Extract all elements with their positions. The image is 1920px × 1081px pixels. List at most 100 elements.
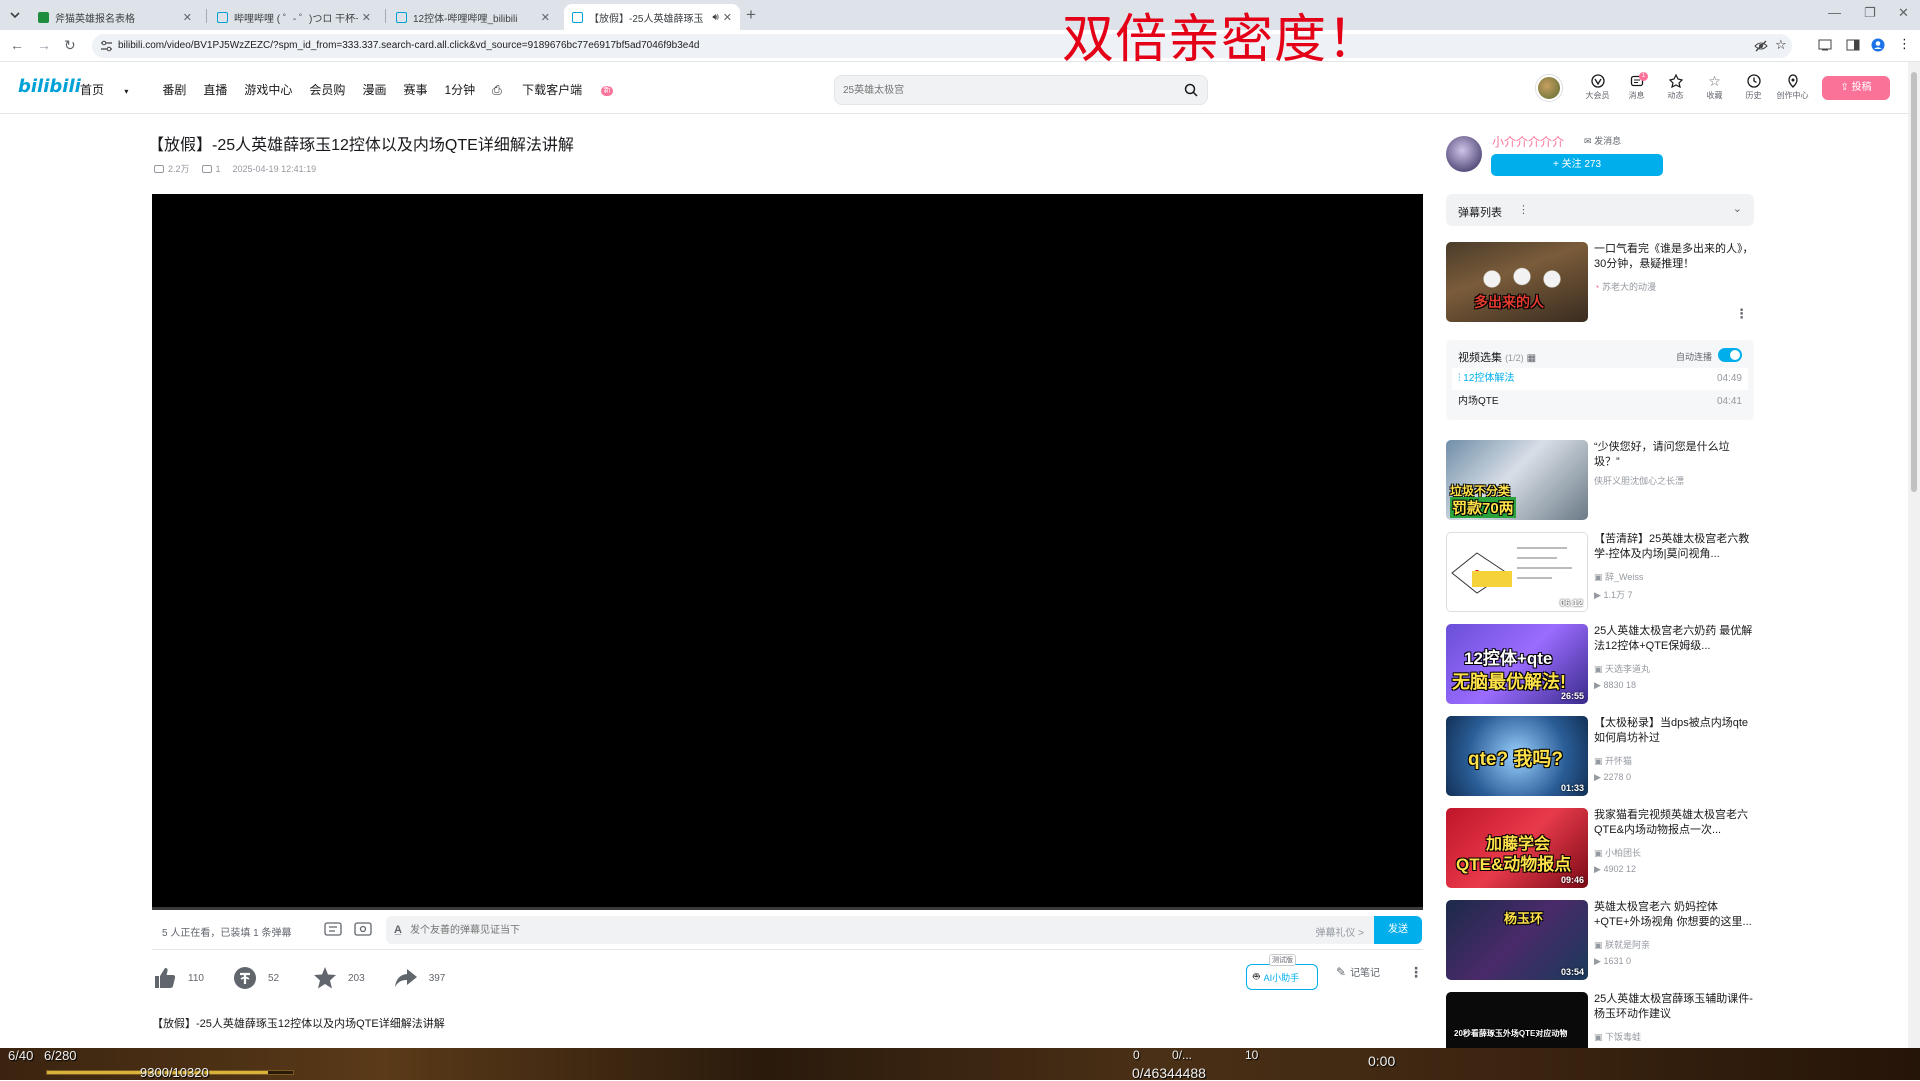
close-tab-icon[interactable]: ✕ <box>183 11 192 24</box>
tab-search-icon[interactable] <box>7 7 23 23</box>
coin-button[interactable]: 52 <box>232 965 284 991</box>
video-author: ▣ 小柏团长 <box>1594 848 1642 858</box>
close-tab-icon[interactable]: ✕ <box>362 11 371 24</box>
danmaku-toggle-icon[interactable] <box>324 921 342 937</box>
danmaku-input[interactable] <box>410 923 1110 937</box>
sidepanel-icon[interactable] <box>1846 38 1860 52</box>
browser-tab[interactable]: 斧猫英雄报名表格 ✕ <box>30 4 200 30</box>
danmaku-input-box: A̲ 弹幕礼仪 > 发送 <box>386 916 1422 944</box>
message-count-badge: 1 <box>1639 72 1648 81</box>
up-tag-icon: ▣ <box>1594 1032 1603 1042</box>
browser-tab-active[interactable]: 【放假】-25人英雄薛琢玉 🔊︎ ✕ <box>564 4 740 30</box>
recommended-video[interactable]: 加藤学会 QTE&动物报点 09:46 我家猫看完视频英雄太极宫老六QTE&内场… <box>1446 808 1756 890</box>
video-stats: ▶ 2278 0 <box>1594 772 1631 782</box>
scrollbar-thumb[interactable] <box>1911 72 1917 492</box>
eye-off-icon[interactable] <box>1754 39 1768 53</box>
header-creator[interactable]: 创作中心 <box>1773 74 1812 101</box>
browser-menu-icon[interactable]: ⋮ <box>1898 36 1912 51</box>
user-avatar[interactable] <box>1536 75 1562 101</box>
page-scrollbar[interactable] <box>1908 62 1920 1052</box>
nav-download[interactable]: ⎙ 下载客户端新 <box>492 81 630 98</box>
ad-more-icon[interactable]: ⋮ <box>1735 306 1748 322</box>
header-favorite[interactable]: ☆ 收藏 <box>1695 74 1734 101</box>
star-icon <box>314 967 336 989</box>
grid-view-icon[interactable]: ▦ <box>1527 353 1536 364</box>
collection-item[interactable]: 内场QTE 04:41 <box>1452 391 1748 413</box>
recommended-video[interactable]: 杨玉环 03:54 英雄太极宫老六 奶妈控体+QTE+外场视角 你想要的这里..… <box>1446 900 1756 982</box>
minimize-icon[interactable]: — <box>1828 5 1841 20</box>
header-history[interactable]: 历史 <box>1734 74 1773 101</box>
video-stats: ▶ 8830 18 <box>1594 680 1636 690</box>
more-dots-icon[interactable]: ⋮ <box>1518 203 1529 216</box>
nav-home[interactable]: 首页 ▾ <box>80 81 145 98</box>
profile-icon[interactable] <box>1871 38 1885 52</box>
autoplay-toggle[interactable] <box>1718 348 1742 362</box>
search-box <box>834 75 1208 105</box>
search-icon[interactable] <box>1184 83 1198 97</box>
robot-icon: 🤖︎ <box>1253 970 1260 983</box>
recommended-video[interactable]: 06:12 【苦清辞】25英雄太极宫老六教学-控体及内场|莫问视角... ▣ 辞… <box>1446 532 1756 614</box>
danmaku-send-button[interactable]: 发送 <box>1374 916 1422 944</box>
ai-assistant-button[interactable]: 测试版 🤖︎ AI小助手 <box>1246 954 1318 990</box>
ad-card[interactable]: 多出来的人 一口气看完《谁是多出来的人》，30分钟，悬疑推理！ ◔ 苏老大的动漫… <box>1446 242 1756 324</box>
header-vip[interactable]: 大会员 <box>1578 74 1617 101</box>
nav-mall[interactable]: 会员购 <box>309 81 345 98</box>
hud-center-value: 0/46344488 <box>1132 1065 1206 1081</box>
video-thumbnail: 加藤学会 QTE&动物报点 09:46 <box>1446 808 1588 888</box>
browser-tab[interactable]: 哔哩哔哩 ( ゜- ゜)つロ 干杯~-bi ✕ <box>209 4 379 30</box>
follow-button[interactable]: + 关注 273 <box>1491 154 1663 176</box>
video-title: 【放假】-25人英雄薛琢玉12控体以及内场QTE详细解法讲解 <box>148 137 574 154</box>
recommended-video[interactable]: 12控体+qte 无脑最优解法! 26:55 25人英雄太极宫老六奶药 最优解法… <box>1446 624 1756 706</box>
forward-arrow-icon[interactable]: → <box>37 37 51 53</box>
nav-manga[interactable]: 漫画 <box>362 81 386 98</box>
danmaku-settings-icon[interactable] <box>354 921 372 937</box>
speaker-icon[interactable]: 🔊︎ <box>712 12 718 23</box>
reload-icon[interactable]: ↻ <box>64 37 76 54</box>
playing-indicator-icon: ⫶ <box>1458 373 1461 384</box>
video-thumbnail: 垃圾不分类 罚款70两 <box>1446 440 1588 520</box>
recommended-video[interactable]: 垃圾不分类 罚款70两 “少侠您好，请问您是什么垃圾？” 侠肝义胆沈伽心之长漂 <box>1446 440 1756 522</box>
notes-button[interactable]: ✎ 记笔记 <box>1336 964 1380 980</box>
recommended-video[interactable]: qte? 我吗? 01:33 【太极秘录】当dps被点内场qte如何肩坊补过 ▣… <box>1446 716 1756 798</box>
back-arrow-icon[interactable]: ← <box>10 37 24 53</box>
address-bar[interactable]: bilibili.com/video/BV1PJ5WzZEZC/?spm_id_… <box>92 34 1792 58</box>
header-dynamic[interactable]: 动态 <box>1656 74 1695 101</box>
cast-icon[interactable] <box>1818 38 1832 52</box>
more-options-icon[interactable]: ⋮ <box>1409 964 1423 981</box>
window-close-icon[interactable]: ✕ <box>1898 5 1909 21</box>
collection-item[interactable]: ⫶ 12控体解法 04:49 <box>1452 368 1748 390</box>
maximize-icon[interactable]: ❐ <box>1864 5 1876 21</box>
nav-one-minute[interactable]: 1分钟 <box>444 81 475 98</box>
like-button[interactable]: 110 <box>152 965 204 991</box>
danmaku-list-panel[interactable]: 弹幕列表 ⋮ ⌄ <box>1446 194 1754 226</box>
uploader-name[interactable]: 小介介介介介 <box>1492 133 1564 150</box>
search-input[interactable] <box>843 82 1163 98</box>
browser-tab[interactable]: 12控体-哔哩哔哩_bilibili ✕ <box>388 4 558 30</box>
header-message[interactable]: 1 消息 <box>1617 72 1656 101</box>
video-title: “少侠您好，请问您是什么垃圾？” <box>1594 441 1730 468</box>
browser-toolbar: ← → ↻ bilibili.com/video/BV1PJ5WzZEZC/?s… <box>0 30 1920 62</box>
video-stats: ▶ 4902 12 <box>1594 864 1636 874</box>
uploader-avatar[interactable] <box>1446 136 1482 172</box>
hud-bar-value: 9300/10320 <box>140 1065 209 1080</box>
bookmark-star-icon[interactable]: ☆ <box>1775 37 1789 52</box>
nav-anime[interactable]: 番剧 <box>162 81 186 98</box>
close-tab-icon[interactable]: ✕ <box>723 11 732 24</box>
nav-game-center[interactable]: 游戏中心 <box>244 81 292 98</box>
danmaku-etiquette-link[interactable]: 弹幕礼仪 > <box>1315 924 1364 939</box>
bilibili-logo[interactable]: bilibili <box>18 76 81 97</box>
site-settings-icon[interactable] <box>100 40 113 52</box>
play-icon: ▶ <box>1594 590 1601 600</box>
send-message-link[interactable]: ✉ 发消息 <box>1584 134 1621 147</box>
video-thumbnail: 杨玉环 03:54 <box>1446 900 1588 980</box>
danmaku-style-icon[interactable]: A̲ <box>394 924 402 936</box>
new-tab-button[interactable]: + <box>746 5 756 25</box>
video-player[interactable] <box>152 194 1423 907</box>
nav-live[interactable]: 直播 <box>203 81 227 98</box>
upload-button[interactable]: ⇪ 投稿 <box>1822 76 1890 100</box>
share-button[interactable]: 397 <box>393 965 445 991</box>
favorite-button[interactable]: 203 <box>312 965 365 991</box>
nav-match[interactable]: 赛事 <box>403 81 427 98</box>
video-stats: ▶ 1.1万 7 <box>1594 590 1633 600</box>
close-tab-icon[interactable]: ✕ <box>541 11 550 24</box>
